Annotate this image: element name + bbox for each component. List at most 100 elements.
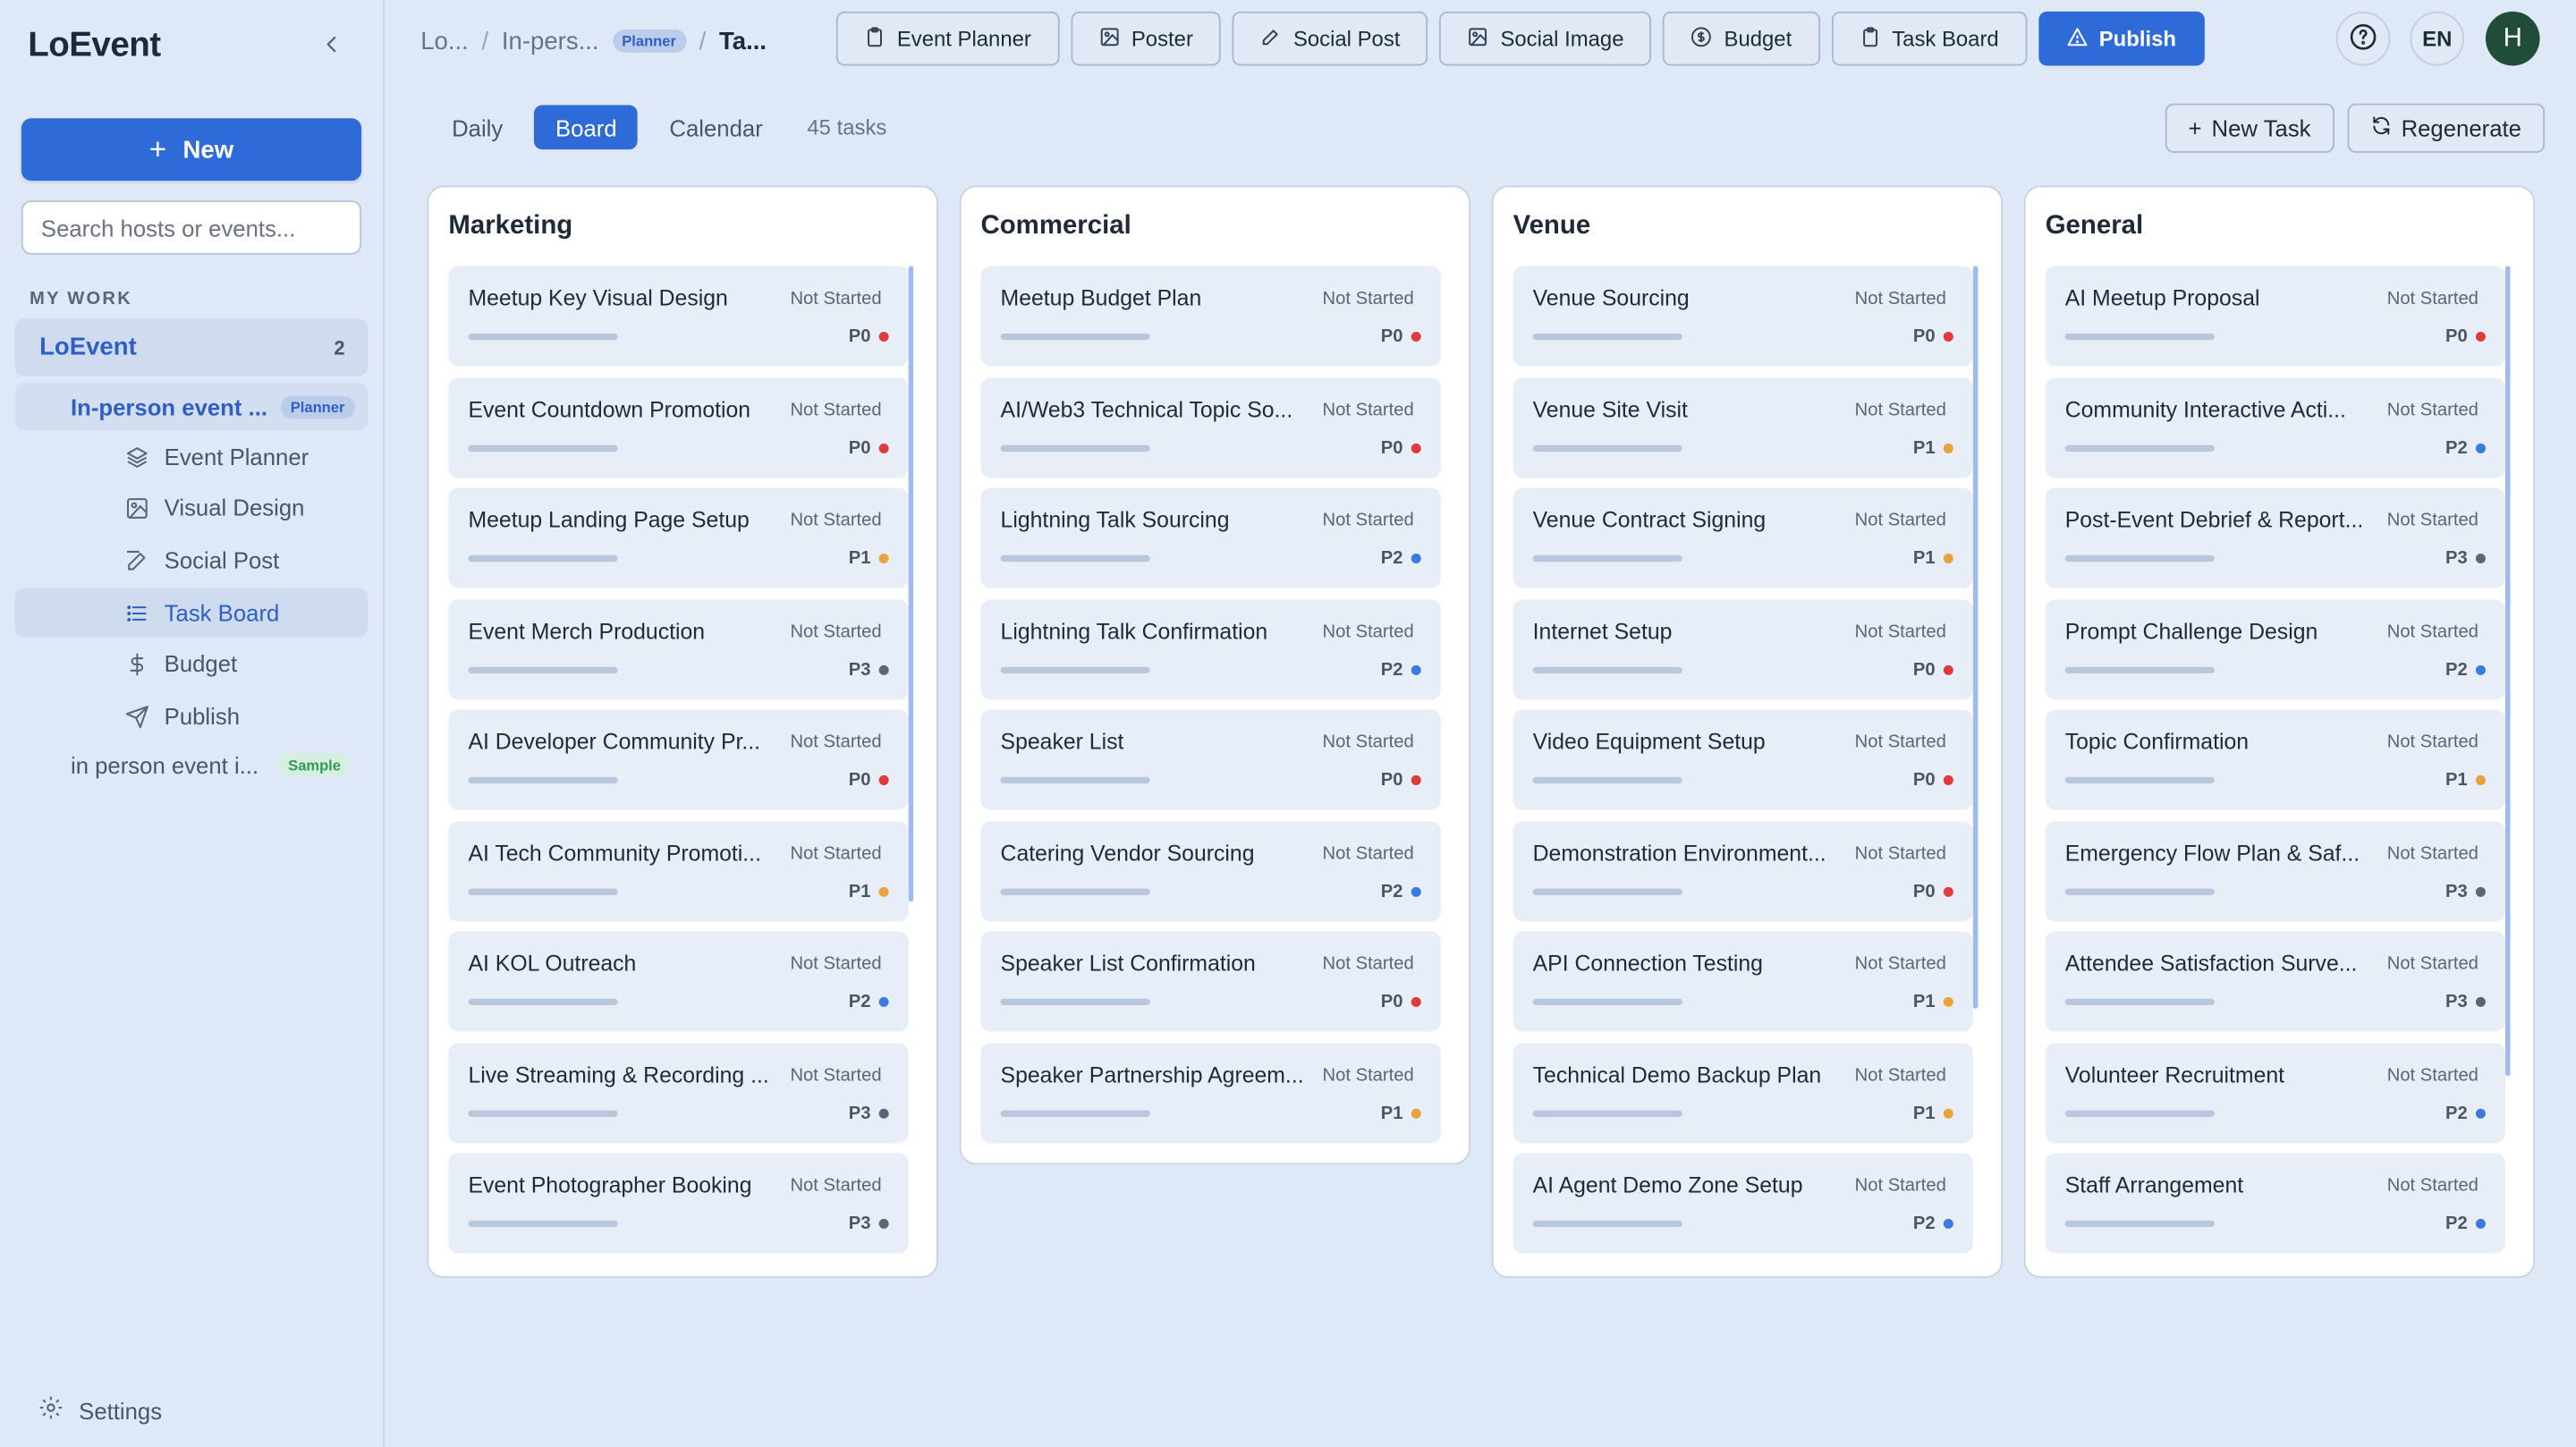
- task-card[interactable]: Event Countdown Promotion Not Started P0: [448, 377, 909, 478]
- event-item-in-person[interactable]: In-person event ... Planner: [14, 382, 369, 431]
- social-image-button[interactable]: Social Image: [1439, 11, 1652, 66]
- priority-label: P2: [2445, 437, 2468, 458]
- task-priority: P1: [849, 881, 889, 901]
- task-card[interactable]: Speaker List Not Started P0: [980, 709, 1441, 810]
- column-scrollbar[interactable]: [908, 266, 914, 902]
- task-card[interactable]: Prompt Challenge Design Not Started P2: [2045, 598, 2505, 699]
- task-status: Not Started: [2386, 400, 2479, 420]
- task-card[interactable]: Emergency Flow Plan & Saf... Not Started P…: [2045, 820, 2505, 921]
- sidebar-item-event-planner[interactable]: Event Planner: [15, 432, 369, 481]
- task-card[interactable]: AI Agent Demo Zone Setup Not Started P2: [1513, 1153, 1973, 1254]
- task-card[interactable]: Internet Setup Not Started P0: [1513, 598, 1973, 699]
- sidebar-item-visual-design[interactable]: Visual Design: [15, 483, 369, 532]
- task-title: Technical Demo Backup Plan: [1532, 1062, 1822, 1087]
- task-card[interactable]: Catering Vendor Sourcing Not Started P2: [980, 820, 1441, 921]
- social-post-button[interactable]: Social Post: [1232, 11, 1428, 66]
- tab-calendar[interactable]: Calendar: [648, 106, 784, 150]
- sidebar-item-task-board[interactable]: Task Board: [14, 588, 369, 638]
- task-title: Venue Contract Signing: [1532, 507, 1767, 533]
- task-card[interactable]: Meetup Budget Plan Not Started P0: [980, 266, 1441, 367]
- event-item-sample[interactable]: in person event i... Sample: [71, 752, 351, 779]
- task-title: Catering Vendor Sourcing: [1000, 840, 1255, 866]
- priority-label: P0: [1380, 992, 1403, 1012]
- search-input[interactable]: [21, 200, 362, 255]
- task-card[interactable]: AI Tech Community Promoti... Not Started P…: [448, 820, 909, 921]
- task-card[interactable]: Technical Demo Backup Plan Not Started P1: [1513, 1042, 1973, 1143]
- task-card[interactable]: Demonstration Environment... Not Started P…: [1513, 820, 1973, 921]
- task-status: Not Started: [790, 511, 882, 531]
- priority-dot-icon: [2475, 774, 2486, 785]
- task-card[interactable]: Live Streaming & Recording ... Not Starte…: [448, 1042, 909, 1143]
- task-card[interactable]: Meetup Landing Page Setup Not Started P1: [448, 487, 909, 588]
- poster-button[interactable]: Poster: [1070, 11, 1222, 66]
- task-card[interactable]: Event Photographer Booking Not Started P3: [448, 1153, 909, 1254]
- task-card[interactable]: Video Equipment Setup Not Started P0: [1513, 709, 1973, 810]
- column-scrollbar[interactable]: [1972, 266, 1979, 1009]
- new-task-button[interactable]: + New Task: [2165, 103, 2334, 153]
- task-card[interactable]: Venue Sourcing Not Started P0: [1513, 266, 1973, 367]
- task-board-button[interactable]: Task Board: [1831, 11, 2027, 66]
- task-card[interactable]: Lightning Talk Sourcing Not Started P2: [980, 487, 1441, 588]
- task-card[interactable]: Staff Arrangement Not Started P2: [2045, 1153, 2505, 1254]
- task-card[interactable]: Speaker List Confirmation Not Started P0: [980, 931, 1441, 1032]
- priority-label: P0: [1380, 326, 1403, 347]
- priority-dot-icon: [1411, 885, 1421, 896]
- priority-dot-icon: [1411, 553, 1421, 563]
- budget-button[interactable]: Budget: [1663, 11, 1820, 66]
- task-card[interactable]: Attendee Satisfaction Surve... Not Starte…: [2045, 931, 2505, 1032]
- task-card[interactable]: Meetup Key Visual Design Not Started P0: [448, 266, 909, 367]
- tab-board[interactable]: Board: [534, 105, 639, 150]
- regenerate-button[interactable]: Regenerate: [2346, 103, 2545, 153]
- task-card[interactable]: Event Merch Production Not Started P3: [448, 598, 909, 699]
- image-icon: [1468, 25, 1489, 51]
- column-scrollbar[interactable]: [2504, 266, 2511, 1077]
- task-card[interactable]: Topic Confirmation Not Started P1: [2045, 709, 2505, 810]
- priority-label: P3: [2445, 548, 2468, 569]
- sidebar-item-budget[interactable]: Budget: [15, 639, 369, 688]
- task-card[interactable]: Venue Contract Signing Not Started P1: [1513, 487, 1973, 588]
- settings-button[interactable]: Settings: [38, 1394, 162, 1426]
- task-card[interactable]: Community Interactive Acti... Not Started…: [2045, 377, 2505, 478]
- clipboard-icon: [1860, 25, 1881, 51]
- collapse-sidebar-button[interactable]: [314, 30, 350, 65]
- task-progress-bar: [1532, 887, 1682, 895]
- task-card[interactable]: Venue Site Visit Not Started P1: [1513, 377, 1973, 478]
- task-title: Event Photographer Booking: [468, 1172, 752, 1197]
- sidebar-item-social-post[interactable]: Social Post: [15, 536, 369, 585]
- event-planner-button[interactable]: Event Planner: [835, 11, 1060, 66]
- task-status: Not Started: [790, 1065, 882, 1086]
- tab-daily[interactable]: Daily: [430, 106, 524, 150]
- task-card[interactable]: AI Developer Community Pr... Not Started P…: [448, 709, 909, 810]
- task-card[interactable]: AI KOL Outreach Not Started P2: [448, 931, 909, 1032]
- publish-button[interactable]: Publish: [2038, 11, 2205, 66]
- task-progress-bar: [2064, 333, 2215, 341]
- task-card[interactable]: Post-Event Debrief & Report... Not Starte…: [2045, 487, 2505, 588]
- task-progress-bar: [1000, 665, 1150, 673]
- language-button[interactable]: EN: [2410, 11, 2465, 66]
- priority-label: P1: [848, 881, 871, 901]
- priority-dot-icon: [1943, 664, 1953, 674]
- breadcrumb-root[interactable]: Lo...: [420, 27, 469, 55]
- task-card[interactable]: API Connection Testing Not Started P1: [1513, 931, 1973, 1032]
- task-priority: P2: [849, 992, 889, 1011]
- help-button[interactable]: [2335, 11, 2391, 66]
- sidebar-item-label: Social Post: [164, 546, 280, 574]
- breadcrumb-event[interactable]: In-pers...: [502, 27, 599, 55]
- priority-dot-icon: [878, 1218, 889, 1229]
- clipboard-icon: [864, 25, 886, 51]
- planner-badge: Planner: [280, 394, 355, 419]
- task-card[interactable]: Speaker Partnership Agreem... Not Started…: [980, 1042, 1441, 1143]
- dollar-icon: [125, 651, 150, 676]
- task-card[interactable]: Volunteer Recruitment Not Started P2: [2045, 1042, 2505, 1143]
- task-card[interactable]: Lightning Talk Confirmation Not Started P2: [980, 598, 1441, 699]
- sidebar-item-publish[interactable]: Publish: [15, 691, 369, 740]
- column-title: Marketing: [448, 211, 573, 241]
- avatar[interactable]: H: [2485, 11, 2540, 66]
- task-card[interactable]: AI Meetup Proposal Not Started P0: [2045, 266, 2505, 367]
- new-button[interactable]: + New: [21, 118, 362, 182]
- task-priority: P2: [2445, 1214, 2486, 1233]
- priority-dot-icon: [2475, 664, 2486, 674]
- task-card[interactable]: AI/Web3 Technical Topic So... Not Started…: [980, 377, 1441, 478]
- host-item-loevent[interactable]: LoEvent 2: [14, 318, 369, 377]
- task-priority: P1: [1913, 437, 1953, 458]
